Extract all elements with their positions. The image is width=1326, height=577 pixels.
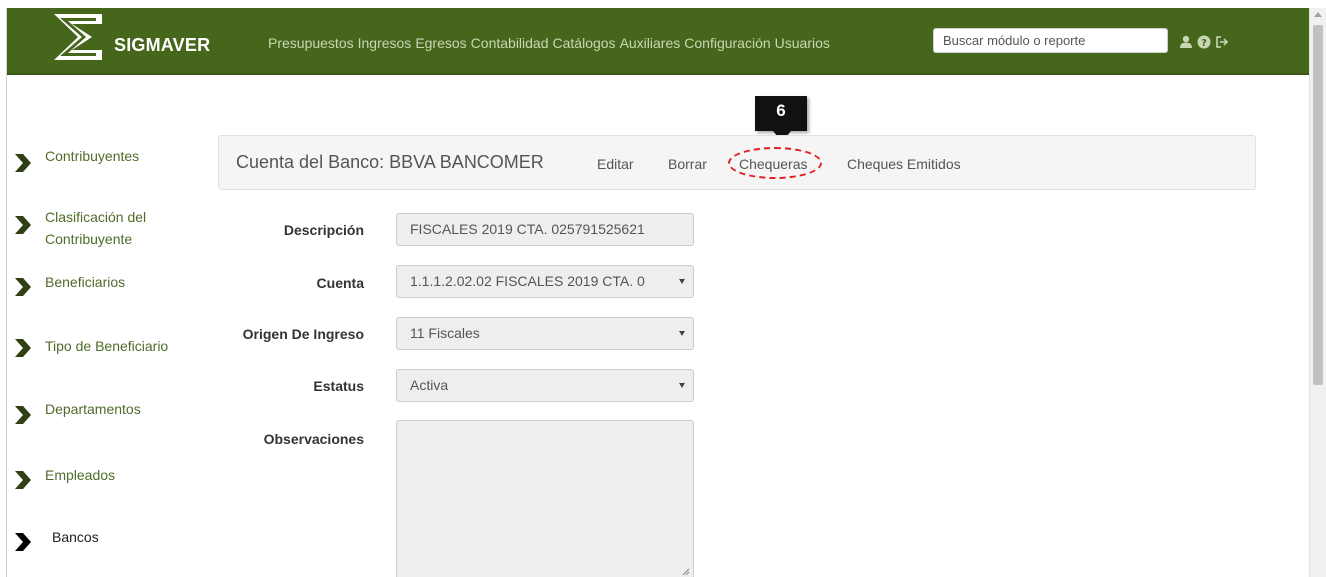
observaciones-label: Observaciones <box>263 431 364 447</box>
origen-select[interactable]: 11 Fiscales <box>396 317 694 350</box>
dropdown-caret-icon <box>679 383 685 388</box>
sidebar-item-clasificacion[interactable]: Clasificación del Contribuyente <box>7 206 207 250</box>
sidebar-item-label: Beneficiarios <box>45 274 126 290</box>
chevron-right-icon <box>15 154 31 172</box>
estatus-select[interactable]: Activa <box>396 369 694 402</box>
dropdown-caret-icon <box>679 279 685 284</box>
nav-link-presupuestos[interactable]: Presupuestos <box>268 35 354 51</box>
nav-link-catalogos[interactable]: Catálogos <box>553 35 616 51</box>
cheques-emitidos-link[interactable]: Cheques Emitidos <box>847 156 961 172</box>
sidebar-item-label: Clasificación del Contribuyente <box>45 209 147 247</box>
top-navbar: SIGMAVER Presupuestos Ingresos Egresos C… <box>7 8 1309 75</box>
sidebar-item-tipo-beneficiario[interactable]: Tipo de Beneficiario <box>7 332 207 362</box>
chevron-right-icon <box>15 533 31 551</box>
step-callout: 6 <box>755 96 807 131</box>
nav-link-usuarios[interactable]: Usuarios <box>775 35 830 51</box>
chevron-right-icon <box>15 339 31 357</box>
cuenta-select[interactable]: 1.1.1.2.02.02 FISCALES 2019 CTA. 0 <box>396 265 694 298</box>
sidebar-item-label: Bancos <box>52 529 99 545</box>
chequeras-link[interactable]: Chequeras <box>739 156 808 172</box>
scroll-up-arrow-icon[interactable] <box>1314 12 1322 17</box>
dropdown-caret-icon <box>679 331 685 336</box>
edit-link[interactable]: Editar <box>597 156 634 172</box>
observaciones-textarea[interactable] <box>396 420 694 577</box>
page-scrollbar[interactable] <box>1309 8 1326 577</box>
help-icon[interactable]: ? <box>1197 35 1211 49</box>
sidebar-item-label: Contribuyentes <box>45 148 140 164</box>
sidebar-item-departamentos[interactable]: Departamentos <box>7 398 207 428</box>
origen-select-value: 11 Fiscales <box>410 325 480 341</box>
nav-link-ingresos[interactable]: Ingresos <box>358 35 412 51</box>
estatus-select-value: Activa <box>410 377 449 393</box>
user-icon[interactable] <box>1179 35 1193 49</box>
cuenta-label: Cuenta <box>316 275 364 291</box>
chevron-right-icon <box>15 471 31 489</box>
svg-text:?: ? <box>1201 38 1207 49</box>
delete-link[interactable]: Borrar <box>668 156 707 172</box>
window-frame-top <box>0 0 1326 8</box>
descripcion-label: Descripción <box>283 222 364 238</box>
brand-name[interactable]: SIGMAVER <box>114 35 210 56</box>
module-search-input[interactable] <box>933 28 1168 53</box>
main-menu: Presupuestos Ingresos Egresos Contabilid… <box>268 35 834 51</box>
nav-link-auxiliares[interactable]: Auxiliares <box>620 35 681 51</box>
account-panel-header: Cuenta del Banco: BBVA BANCOMER Editar B… <box>218 135 1256 190</box>
scroll-thumb[interactable] <box>1313 25 1323 385</box>
chevron-right-icon <box>15 406 31 424</box>
descripcion-field[interactable]: FISCALES 2019 CTA. 025791525621 <box>396 213 694 246</box>
navbar-icons: ? <box>1179 35 1229 49</box>
estatus-label: Estatus <box>313 378 364 394</box>
page-title: Cuenta del Banco: BBVA BANCOMER <box>236 152 544 172</box>
sidebar-item-beneficiarios[interactable]: Beneficiarios <box>7 271 207 296</box>
sidebar-item-label: Empleados <box>45 467 116 483</box>
chevron-right-icon <box>15 216 31 234</box>
origen-label: Origen De Ingreso <box>242 326 364 342</box>
cuenta-select-value: 1.1.1.2.02.02 FISCALES 2019 CTA. 0 <box>410 273 645 289</box>
resize-grip-icon[interactable] <box>681 567 690 576</box>
nav-link-contabilidad[interactable]: Contabilidad <box>471 35 549 51</box>
sidebar-item-empleados[interactable]: Empleados <box>7 464 207 494</box>
nav-link-egresos[interactable]: Egresos <box>415 35 466 51</box>
chevron-right-icon <box>15 278 31 296</box>
logout-icon[interactable] <box>1215 35 1229 49</box>
window-frame-left <box>0 8 7 577</box>
sidebar-item-bancos[interactable]: Bancos <box>7 526 207 556</box>
sidebar-item-contribuyentes[interactable]: Contribuyentes <box>7 144 207 172</box>
nav-link-configuracion[interactable]: Configuración <box>684 35 770 51</box>
sigma-logo-icon <box>54 14 102 60</box>
sidebar-item-label: Departamentos <box>45 401 141 417</box>
sidebar-item-label: Tipo de Beneficiario <box>45 338 169 354</box>
